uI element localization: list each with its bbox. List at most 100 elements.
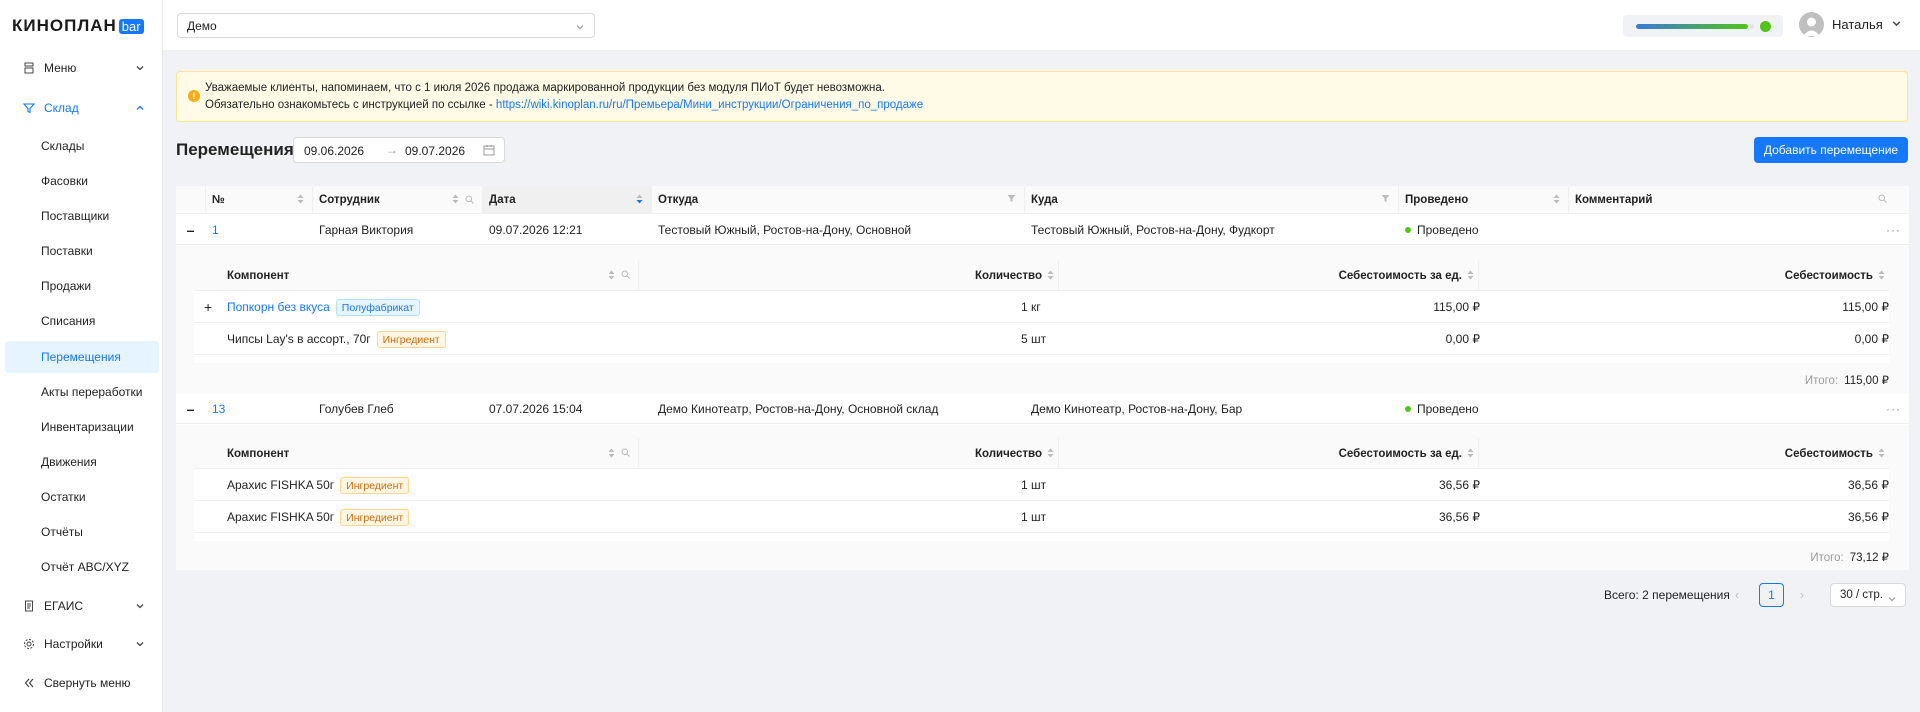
page-1-button[interactable]: 1 [1759, 583, 1784, 607]
warning-icon: ! [188, 90, 200, 102]
col-cost[interactable]: Себестоимость [1479, 438, 1889, 469]
expand-row-button[interactable]: + [204, 299, 212, 315]
col-unit-cost[interactable]: Себестоимость за ед. [1059, 260, 1479, 291]
sidebar-item-postavki[interactable]: Поставки [5, 235, 159, 267]
type-tag: Ингредиент [340, 508, 410, 526]
sort-icon[interactable] [1878, 270, 1885, 283]
table-row[interactable]: – 1 Гарная Виктория 09.07.2026 12:21 Тес… [176, 215, 1909, 245]
component-link[interactable]: Попкорн без вкуса [227, 300, 330, 314]
type-tag: Ингредиент [340, 476, 410, 494]
col-from[interactable]: Откуда [652, 186, 1025, 214]
document-icon [22, 599, 36, 613]
col-date[interactable]: Дата [483, 186, 652, 214]
gear-icon [22, 637, 36, 651]
employee: Гарная Виктория [319, 223, 414, 237]
sidebar-item-otchet-abc-xyz[interactable]: Отчёт ABC/XYZ [5, 551, 159, 583]
sidebar-item-peremeshcheniya[interactable]: Перемещения [5, 341, 159, 373]
component-row: Чипсы Lay's в ассорт., 70г Ингредиент 5 ш… [194, 323, 1889, 355]
sort-icon[interactable] [1467, 270, 1474, 283]
cinema-select[interactable]: Демо [177, 13, 595, 38]
transfer-number-link[interactable]: 1 [212, 223, 219, 237]
col-comment[interactable]: Комментарий [1569, 186, 1909, 214]
instruction-link[interactable]: https://wiki.kinoplan.ru/ru/Премьера/Мин… [496, 99, 923, 111]
sidebar-item-postavshchiki[interactable]: Поставщики [5, 200, 159, 232]
user-menu[interactable]: Наталья [1799, 12, 1902, 37]
nav-menu[interactable]: Меню [0, 50, 163, 86]
add-transfer-button[interactable]: Добавить перемещение [1754, 137, 1908, 163]
col-quantity[interactable]: Количество [639, 260, 1059, 291]
sidebar-item-akty-pererabotki[interactable]: Акты переработки [5, 376, 159, 408]
chevron-down-icon [135, 600, 145, 614]
sort-icon[interactable] [452, 194, 459, 207]
transfers-table: № Сотрудник Дата Откуда Куда Проведено К… [176, 186, 1909, 570]
page-title: Перемещения [176, 140, 294, 159]
search-icon[interactable] [1878, 194, 1887, 206]
col-num[interactable]: № [206, 186, 313, 214]
search-icon[interactable] [465, 195, 474, 207]
sidebar-item-sklady[interactable]: Склады [5, 130, 159, 162]
sidebar-item-inventarizatsii[interactable]: Инвентаризации [5, 411, 159, 443]
sidebar-item-fasovki[interactable]: Фасовки [5, 165, 159, 197]
date-from[interactable]: 09.06.2026 [304, 144, 364, 158]
sort-icon[interactable] [1047, 448, 1054, 461]
col-posted[interactable]: Проведено [1399, 186, 1569, 214]
table-row[interactable]: – 13 Голубев Глеб 07.07.2026 15:04 Демо … [176, 394, 1909, 424]
to-location: Демо Кинотеатр, Ростов-на-Дону, Бар [1031, 402, 1243, 416]
filter-icon[interactable] [1007, 194, 1016, 206]
unit-cost: 0,00 ₽ [1445, 332, 1480, 346]
topbar: Демо Наталья [163, 0, 1920, 50]
col-cost[interactable]: Себестоимость [1479, 260, 1889, 291]
more-actions-button[interactable]: ··· [1886, 402, 1901, 416]
component-name: Арахис FISHKA 50г [227, 510, 335, 524]
transfer-number-link[interactable]: 13 [212, 402, 225, 416]
search-icon[interactable] [621, 448, 630, 461]
sidebar-item-ostatki[interactable]: Остатки [5, 481, 159, 513]
double-chevron-left-icon [22, 676, 36, 690]
col-unit-cost[interactable]: Себестоимость за ед. [1059, 438, 1479, 469]
page-size-select[interactable]: 30 / стр. [1830, 583, 1906, 607]
nav-settings[interactable]: Настройки [0, 626, 163, 662]
sidebar-item-otchety[interactable]: Отчёты [5, 516, 159, 548]
nav-sklad[interactable]: Склад [0, 90, 163, 126]
sort-icon[interactable] [1047, 270, 1054, 283]
sort-desc-icon[interactable] [636, 194, 643, 207]
filter-icon[interactable] [1381, 194, 1390, 206]
table-header: № Сотрудник Дата Откуда Куда Проведено К… [176, 186, 1909, 214]
cost: 36,56 ₽ [1848, 478, 1889, 492]
arrow-right-icon: → [386, 143, 398, 157]
prev-page-button[interactable]: ‹ [1735, 588, 1739, 602]
sort-icon[interactable] [608, 270, 615, 283]
more-actions-button[interactable]: ··· [1886, 223, 1901, 237]
progress-fill [1636, 24, 1749, 29]
col-component[interactable]: Компонент [194, 438, 639, 469]
next-page-button[interactable]: › [1800, 588, 1804, 602]
nav-egais[interactable]: ЕГАИС [0, 588, 163, 624]
collapse-row-button[interactable]: – [185, 402, 196, 416]
total: Итого: 115,00 ₽ [1804, 375, 1889, 387]
sort-icon[interactable] [1878, 448, 1885, 461]
date-to[interactable]: 09.07.2026 [405, 144, 465, 158]
to-location: Тестовый Южный, Ростов-на-Дону, Фудкорт [1031, 223, 1275, 237]
sidebar-item-dvizheniya[interactable]: Движения [5, 446, 159, 478]
component-row: Арахис FISHKA 50г Ингредиент 1 шт 36,56 ₽… [194, 469, 1889, 501]
sort-icon[interactable] [608, 448, 615, 461]
sidebar-item-spisaniya[interactable]: Списания [5, 305, 159, 337]
col-employee[interactable]: Сотрудник [313, 186, 483, 214]
kinoplan-logo[interactable]: КИНОПЛАН bar [12, 16, 144, 36]
sidebar-item-prodazhi[interactable]: Продажи [5, 270, 159, 302]
date-range-picker[interactable]: 09.06.2026 → 09.07.2026 [293, 137, 505, 163]
collapse-row-button[interactable]: – [185, 223, 196, 237]
component-row: + Попкорн без вкуса Полуфабрикат 1 кг 115… [194, 291, 1889, 323]
sort-icon[interactable] [297, 194, 304, 207]
sort-icon[interactable] [1553, 194, 1560, 207]
sort-icon[interactable] [1467, 448, 1474, 461]
collapse-menu-button[interactable]: Свернуть меню [0, 665, 163, 701]
col-to[interactable]: Куда [1025, 186, 1399, 214]
col-quantity[interactable]: Количество [639, 438, 1059, 469]
cost: 0,00 ₽ [1854, 332, 1889, 346]
chevron-up-icon [135, 102, 145, 116]
menu-icon [22, 61, 36, 75]
total: Итого: 73,12 ₽ [1810, 552, 1889, 564]
col-component[interactable]: Компонент [194, 260, 639, 291]
search-icon[interactable] [621, 270, 630, 283]
